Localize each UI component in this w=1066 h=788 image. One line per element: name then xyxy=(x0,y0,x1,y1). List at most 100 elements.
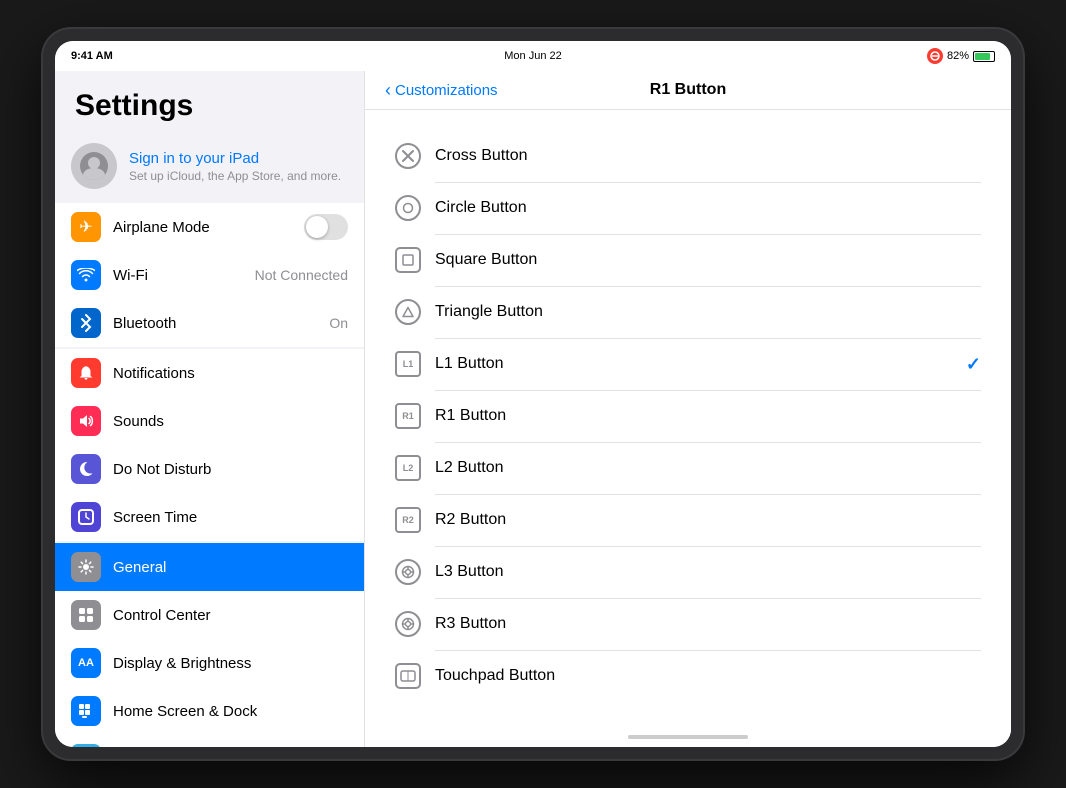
screentime-label: Screen Time xyxy=(113,509,348,526)
circle-button-label: Circle Button xyxy=(435,199,981,217)
status-bar: 9:41 AM Mon Jun 22 82% xyxy=(55,41,1011,71)
back-chevron-icon: ‹ xyxy=(385,81,391,99)
square-button-icon xyxy=(395,247,421,273)
cross-button-label: Cross Button xyxy=(435,147,981,165)
homescreen-label: Home Screen & Dock xyxy=(113,703,348,720)
back-label[interactable]: Customizations xyxy=(395,82,498,99)
profile-signin[interactable]: Sign in to your iPad xyxy=(129,150,348,167)
wifi-label: Wi-Fi xyxy=(113,267,243,284)
airplane-toggle[interactable] xyxy=(304,214,348,240)
sidebar-item-airplane[interactable]: ✈ Airplane Mode xyxy=(55,203,364,251)
avatar xyxy=(71,143,117,189)
l3-button-icon xyxy=(395,559,421,585)
l2-button-icon: L2 xyxy=(395,455,421,481)
right-panel: ‹ Customizations R1 Button xyxy=(365,71,1011,747)
sidebar-item-displaybrightness[interactable]: AA Display & Brightness xyxy=(55,639,364,687)
status-time: 9:41 AM xyxy=(71,50,113,62)
button-item-l1[interactable]: L1 L1 Button ✓ xyxy=(365,338,1011,390)
button-item-l3[interactable]: L3 Button xyxy=(365,546,1011,598)
button-item-triangle[interactable]: Triangle Button xyxy=(365,286,1011,338)
profile-text: Sign in to your iPad Set up iCloud, the … xyxy=(129,150,348,183)
dnd-moon-icon xyxy=(71,454,101,484)
l3-button-label: L3 Button xyxy=(435,563,981,581)
ipad-frame: 9:41 AM Mon Jun 22 82% Settings xyxy=(43,29,1023,759)
dnd-label: Do Not Disturb xyxy=(113,461,348,478)
sidebar: Settings Sign in to your iPad Set up iCl… xyxy=(55,71,365,747)
triangle-button-icon xyxy=(395,299,421,325)
settings-title: Settings xyxy=(55,71,364,133)
general-icon xyxy=(71,552,101,582)
r3-button-label: R3 Button xyxy=(435,615,981,633)
l1-button-label: L1 Button xyxy=(435,355,952,373)
button-item-r1[interactable]: R1 R1 Button xyxy=(365,390,1011,442)
controlcenter-icon xyxy=(71,600,101,630)
dnd-icon xyxy=(927,48,943,64)
button-item-r2[interactable]: R2 R2 Button xyxy=(365,494,1011,546)
button-list: Cross Button Circle Button xyxy=(365,110,1011,727)
displaybrightness-icon: AA xyxy=(71,648,101,678)
cross-button-icon xyxy=(395,143,421,169)
home-indicator xyxy=(628,735,748,739)
avatar-icon xyxy=(80,152,108,180)
r1-button-label: R1 Button xyxy=(435,407,981,425)
circle-button-icon xyxy=(395,195,421,221)
displaybrightness-label: Display & Brightness xyxy=(113,655,348,672)
wifi-icon xyxy=(71,260,101,290)
r2-button-label: R2 Button xyxy=(435,511,981,529)
battery-percent: 82% xyxy=(947,50,969,62)
button-item-l2[interactable]: L2 L2 Button xyxy=(365,442,1011,494)
panel-header: ‹ Customizations R1 Button xyxy=(365,71,1011,110)
triangle-button-label: Triangle Button xyxy=(435,303,981,321)
screentime-icon xyxy=(71,502,101,532)
panel-title: R1 Button xyxy=(650,81,726,99)
settings-group-3: General Control Center xyxy=(55,543,364,747)
sidebar-item-bluetooth[interactable]: Bluetooth On xyxy=(55,299,364,347)
sidebar-item-sounds[interactable]: Sounds xyxy=(55,397,364,445)
touchpad-button-icon xyxy=(395,663,421,689)
l2-button-label: L2 Button xyxy=(435,459,981,477)
sounds-label: Sounds xyxy=(113,413,348,430)
controlcenter-label: Control Center xyxy=(113,607,348,624)
profile-section[interactable]: Sign in to your iPad Set up iCloud, the … xyxy=(55,133,364,203)
sidebar-item-wifi[interactable]: Wi-Fi Not Connected xyxy=(55,251,364,299)
status-date: Mon Jun 22 xyxy=(504,50,561,62)
airplane-label: Airplane Mode xyxy=(113,219,292,236)
sidebar-item-controlcenter[interactable]: Control Center xyxy=(55,591,364,639)
sidebar-item-screentime[interactable]: Screen Time xyxy=(55,493,364,541)
wifi-value: Not Connected xyxy=(255,267,348,283)
airplane-icon: ✈ xyxy=(71,212,101,242)
l1-button-icon: L1 xyxy=(395,351,421,377)
button-item-r3[interactable]: R3 Button xyxy=(365,598,1011,650)
r1-button-icon: R1 xyxy=(395,403,421,429)
button-item-circle[interactable]: Circle Button xyxy=(365,182,1011,234)
bluetooth-icon xyxy=(71,308,101,338)
profile-subtitle: Set up iCloud, the App Store, and more. xyxy=(129,169,348,183)
button-item-cross[interactable]: Cross Button xyxy=(365,130,1011,182)
general-label: General xyxy=(113,559,348,576)
sidebar-item-general[interactable]: General xyxy=(55,543,364,591)
settings-group-1: ✈ Airplane Mode W xyxy=(55,203,364,347)
back-button[interactable]: ‹ Customizations xyxy=(385,81,498,99)
bluetooth-label: Bluetooth xyxy=(113,315,317,332)
accessibility-icon xyxy=(71,744,101,747)
button-item-square[interactable]: Square Button xyxy=(365,234,1011,286)
settings-group-2: Notifications Sounds xyxy=(55,349,364,541)
r2-button-icon: R2 xyxy=(395,507,421,533)
battery-icon xyxy=(973,51,995,62)
sounds-icon xyxy=(71,406,101,436)
sidebar-item-notifications[interactable]: Notifications xyxy=(55,349,364,397)
sidebar-item-homescreen[interactable]: Home Screen & Dock xyxy=(55,687,364,735)
bottom-bar xyxy=(365,727,1011,747)
notifications-label: Notifications xyxy=(113,365,348,382)
sidebar-item-donotdisturb[interactable]: Do Not Disturb xyxy=(55,445,364,493)
notifications-icon xyxy=(71,358,101,388)
square-button-label: Square Button xyxy=(435,251,981,269)
button-item-touchpad[interactable]: Touchpad Button xyxy=(365,650,1011,702)
sidebar-item-accessibility[interactable]: Accessibility xyxy=(55,735,364,747)
bluetooth-value: On xyxy=(329,315,348,331)
touchpad-button-label: Touchpad Button xyxy=(435,667,981,685)
main-layout: Settings Sign in to your iPad Set up iCl… xyxy=(55,71,1011,747)
l1-checkmark: ✓ xyxy=(966,354,981,375)
r3-button-icon xyxy=(395,611,421,637)
ipad-screen: 9:41 AM Mon Jun 22 82% Settings xyxy=(55,41,1011,747)
